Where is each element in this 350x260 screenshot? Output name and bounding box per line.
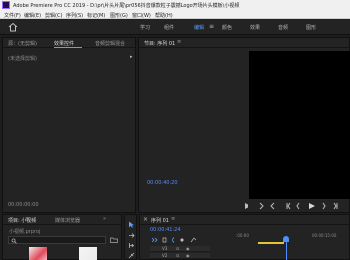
track-lock-icon[interactable]: ⊡ bbox=[176, 246, 179, 251]
workspace-tab-color[interactable]: 颜色 bbox=[222, 24, 232, 31]
tab-program[interactable]: 节目: 序列 01 bbox=[144, 40, 175, 47]
project-panel-tabs: 项目: 小视频 ≡ 媒体浏览器 » bbox=[3, 215, 121, 225]
menu-clip[interactable]: 剪辑(C) bbox=[45, 12, 62, 19]
workspace-tab-learn[interactable]: 学习 bbox=[140, 24, 150, 31]
timeline-menu-icon[interactable]: ≡ bbox=[171, 216, 175, 222]
transport-controls[interactable] bbox=[239, 201, 349, 211]
workspace-tab-assembly[interactable]: 组件 bbox=[164, 24, 174, 31]
timeline-header: × 序列 01 ≡ bbox=[140, 215, 349, 225]
track-header-v2[interactable]: V2 ⊡ ◉ bbox=[150, 253, 210, 259]
tab-audio-clip-mixer[interactable]: 音频剪辑混合 bbox=[95, 40, 125, 47]
video-frame bbox=[249, 51, 350, 199]
menu-help[interactable]: 帮助(H) bbox=[155, 12, 173, 19]
workspace-menu-icon[interactable]: ≡ bbox=[209, 23, 214, 30]
tools-panel bbox=[124, 214, 137, 260]
timeline-panel: × 序列 01 ≡ 00:00:41:24 :00:00 00:00:15:00… bbox=[139, 214, 350, 260]
search-icon bbox=[11, 238, 17, 244]
work-area-bar[interactable] bbox=[258, 242, 284, 244]
program-timecode[interactable]: 00:00:40:20 bbox=[147, 180, 178, 186]
playhead-line[interactable] bbox=[286, 241, 287, 260]
window-title: Adobe Premiere Pro CC 2019 - D:\pr\片头片尾\… bbox=[13, 3, 240, 9]
active-tab-underline bbox=[54, 47, 82, 48]
menu-file[interactable]: 文件(F) bbox=[4, 12, 21, 19]
razor-tool-icon[interactable] bbox=[128, 252, 135, 259]
clip-thumbnail-2[interactable] bbox=[79, 247, 97, 260]
track-select-tool-icon[interactable] bbox=[128, 232, 135, 239]
menu-sequence[interactable]: 序列(S) bbox=[66, 12, 83, 19]
panel-tabs: 源：(无剪辑) 效果控件 音频剪辑混合 bbox=[3, 38, 135, 48]
ruler-start-label: :00:00 bbox=[236, 233, 249, 238]
title-bar: Adobe Premiere Pro CC 2019 - D:\pr\片头片尾\… bbox=[0, 0, 350, 10]
panel-menu-icon[interactable]: ≡ bbox=[177, 39, 181, 45]
menu-marker[interactable]: 标记(M) bbox=[87, 12, 105, 19]
project-filename: 小视频.prproj bbox=[9, 229, 41, 235]
no-clip-selected-text: (未选择剪辑) bbox=[8, 56, 37, 62]
timeline-option-icons[interactable] bbox=[150, 236, 200, 244]
home-icon[interactable] bbox=[8, 22, 18, 32]
ripple-edit-tool-icon[interactable] bbox=[128, 242, 135, 249]
workspace-tab-graphics[interactable]: 图形 bbox=[306, 24, 316, 31]
tab-sequence[interactable]: 序列 01 bbox=[151, 217, 169, 224]
effect-controls-timecode: 00:00:00:00 bbox=[8, 202, 39, 208]
panel-overflow-icon[interactable]: » bbox=[103, 216, 106, 222]
program-monitor-panel: 节目: 序列 01 ≡ 00:00:40:20 bbox=[138, 37, 350, 213]
program-monitor-header: 节目: 序列 01 ≡ bbox=[139, 38, 349, 48]
menu-bar: 文件(F) 编辑(E) 剪辑(C) 序列(S) 标记(M) 图形(G) 窗口(W… bbox=[0, 10, 350, 19]
premiere-logo-icon bbox=[2, 1, 10, 9]
track-label-v3: V3 bbox=[162, 246, 168, 251]
timeline-timecode[interactable]: 00:00:41:24 bbox=[150, 227, 181, 233]
menu-graphics[interactable]: 图形(G) bbox=[110, 12, 128, 19]
workspace-tab-editing[interactable]: 编辑 bbox=[194, 24, 204, 31]
workspace-bar: 学习 组件 编辑 ≡ 颜色 效果 音频 图形 bbox=[0, 19, 350, 35]
menu-window[interactable]: 窗口(W) bbox=[132, 12, 151, 19]
project-search-input[interactable] bbox=[8, 236, 106, 244]
workspace-tab-audio[interactable]: 音频 bbox=[278, 24, 288, 31]
new-bin-icon[interactable] bbox=[110, 237, 118, 243]
close-icon[interactable]: × bbox=[143, 216, 148, 223]
track-visibility-icon[interactable]: ◉ bbox=[186, 246, 190, 251]
clip-thumbnail-1[interactable] bbox=[29, 247, 47, 260]
ruler-mid-label: 00:00:15:00 bbox=[312, 233, 337, 238]
track-visibility-icon[interactable]: ◉ bbox=[186, 253, 190, 258]
tab-effect-controls[interactable]: 效果控件 bbox=[54, 40, 74, 47]
project-panel-menu-icon[interactable]: ≡ bbox=[25, 216, 29, 222]
effect-controls-panel: 源：(无剪辑) 效果控件 音频剪辑混合 (未选择剪辑) ▸ 00:00:00:0… bbox=[2, 37, 136, 213]
selection-tool-icon[interactable] bbox=[128, 221, 135, 228]
play-arrow-icon: ▸ bbox=[130, 54, 133, 60]
tab-project[interactable]: 项目: 小视频 bbox=[8, 217, 36, 224]
track-lock-icon[interactable]: ⊡ bbox=[176, 253, 179, 258]
menu-edit[interactable]: 编辑(E) bbox=[24, 12, 41, 19]
project-panel: 项目: 小视频 ≡ 媒体浏览器 » 小视频.prproj bbox=[2, 214, 122, 260]
tab-media-browser[interactable]: 媒体浏览器 bbox=[55, 217, 80, 224]
tab-source[interactable]: 源：(无剪辑) bbox=[8, 40, 37, 47]
track-header-v3[interactable]: V3 ⊡ ◉ bbox=[150, 246, 210, 252]
track-label-v2: V2 bbox=[162, 253, 168, 258]
workspace-tab-effects[interactable]: 效果 bbox=[250, 24, 260, 31]
